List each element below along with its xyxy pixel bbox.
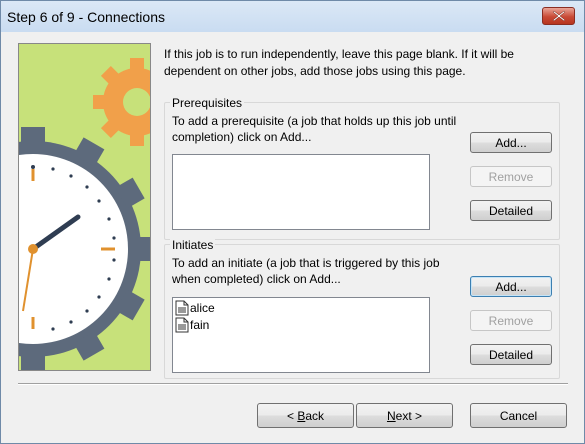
clock-gear-icon [19,58,150,370]
prerequisites-description: To add a prerequisite (a job that holds … [172,114,457,144]
initiates-description: To add an initiate (a job that is trigge… [172,256,440,286]
initiates-list[interactable]: alice fain [172,297,430,373]
title-bar: Step 6 of 9 - Connections [1,1,584,32]
back-button[interactable]: < Back [257,403,354,428]
prerequisites-detailed-button[interactable]: Detailed [470,200,552,221]
cancel-button[interactable]: Cancel [470,403,567,428]
window-title: Step 6 of 9 - Connections [7,9,165,25]
prerequisites-legend: Prerequisites [170,96,245,110]
back-label-rest: ack [305,408,325,423]
clock-illustration [18,43,151,371]
list-item-label: fain [190,318,210,332]
intro-text: If this job is to run independently, lea… [164,47,514,78]
close-button[interactable] [542,7,575,25]
initiates-remove-button[interactable]: Remove [470,310,552,331]
initiates-add-button[interactable]: Add... [470,276,552,297]
list-item[interactable]: fain [175,317,209,333]
initiates-detailed-button[interactable]: Detailed [470,344,552,365]
document-icon [175,300,189,316]
next-button[interactable]: Next > [356,403,453,428]
footer-separator [18,383,568,385]
next-label-rest: ext > [395,408,423,423]
close-icon [553,11,565,21]
prerequisites-remove-button[interactable]: Remove [470,166,552,187]
list-item[interactable]: alice [175,300,215,316]
prerequisites-add-button[interactable]: Add... [470,132,552,153]
back-prefix: < [286,408,298,423]
list-item-label: alice [190,301,215,315]
document-icon [175,317,189,333]
initiates-legend: Initiates [170,238,216,252]
prerequisites-list[interactable] [172,154,430,230]
wizard-window: Step 6 of 9 - Connections If this job is… [0,0,585,444]
next-mnemonic: N [386,408,396,423]
